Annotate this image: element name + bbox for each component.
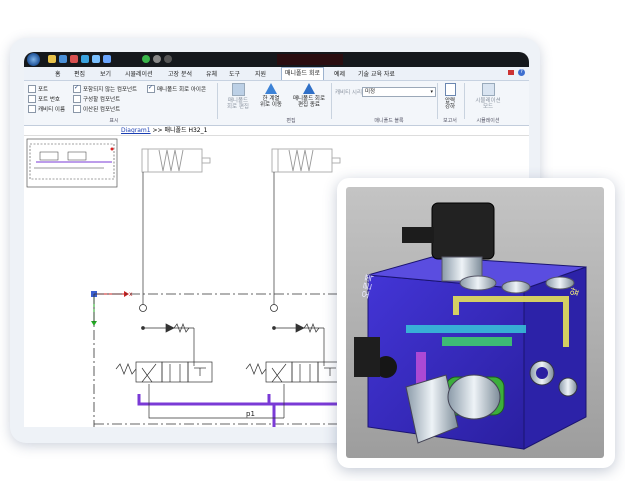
origin-axis-icon: x [91, 291, 133, 326]
tab-tools[interactable]: 도구 [229, 69, 240, 78]
pressure-drop-label-2: 강하 [444, 104, 456, 110]
checkbox-configurable[interactable] [73, 95, 81, 103]
ribbon: 포트 포트 번호 캐비티 이름 포함되지 않는 컴포넌트 구성할 컴포넌트 이산… [24, 81, 529, 126]
directional-valve-right[interactable] [245, 361, 343, 383]
report-icon [444, 83, 456, 96]
breadcrumb: Diagram1 >> 매니폴드 H32_1 [24, 126, 529, 136]
move-up-level-button[interactable]: 한 계열 위로 이동 [256, 83, 286, 108]
tab-simulation[interactable]: 시뮬레이션 [125, 69, 153, 78]
manifold-3d-model: 오른쪽 앞 [346, 187, 604, 458]
cylinder-left[interactable] [141, 148, 211, 173]
breadcrumb-current: 매니폴드 H32_1 [164, 127, 208, 134]
manifold-edit-icon [231, 83, 245, 96]
run-icon[interactable] [142, 55, 150, 63]
cylinder-right[interactable] [271, 148, 341, 173]
manifold-3d-render: 오른쪽 앞 [346, 187, 604, 458]
port-a1[interactable] [139, 304, 147, 312]
pause-icon[interactable] [164, 55, 172, 63]
tab-manifold[interactable]: 매니폴드 회로 [281, 67, 325, 80]
group-title-report: 보고서 [443, 118, 457, 124]
option-configurable-label: 구성할 컴포넌트 [83, 97, 121, 103]
checkbox-cavity-name[interactable] [28, 105, 36, 113]
print-icon[interactable] [81, 55, 89, 63]
pressure-drop-button[interactable]: 압력 강하 [439, 83, 461, 110]
ribbon-separator [217, 83, 218, 119]
window-title [277, 54, 343, 65]
option-cavity-name-label: 캐비티 이름 [38, 107, 66, 113]
help-icon[interactable]: ? [518, 69, 525, 76]
cavity-series-value: 미정 [365, 89, 376, 95]
tab-support[interactable]: 지원 [255, 69, 266, 78]
simulation-mode-button[interactable]: 시뮬레이션 모드 [468, 83, 508, 110]
directional-valve-left[interactable] [115, 361, 213, 383]
tab-fault-analysis[interactable]: 고장 분석 [168, 69, 192, 78]
option-port-number-label: 포트 번호 [38, 97, 60, 103]
tab-view[interactable]: 보기 [100, 69, 111, 78]
tab-fluid[interactable]: 유체 [206, 69, 217, 78]
breadcrumb-separator: >> [152, 127, 163, 134]
flag-icon[interactable] [508, 70, 514, 75]
breadcrumb-link-diagram[interactable]: Diagram1 [121, 127, 151, 134]
stop-icon[interactable] [153, 55, 161, 63]
checkbox-discrete[interactable] [73, 105, 81, 113]
checkbox-port[interactable] [28, 85, 36, 93]
checkbox-manifold-icon[interactable] [147, 84, 155, 93]
new-file-icon[interactable] [48, 55, 56, 63]
tab-home[interactable]: 홈 [55, 69, 61, 78]
exit-manifold-button[interactable]: 매니폴드 회로 편집 종료 [290, 83, 328, 108]
chevron-down-icon: ▾ [430, 89, 433, 95]
ribbon-separator [331, 83, 332, 119]
option-manifold-icon-label: 매니폴드 회로 아이콘 [157, 87, 207, 93]
menu-bar: 홈 편집 보기 시뮬레이션 고장 분석 유체 도구 지원 매니폴드 회로 예제 … [24, 67, 529, 81]
pressure-port-label: p1 [246, 410, 255, 418]
move-up-label-2: 위로 이동 [260, 102, 282, 108]
save-icon[interactable] [70, 55, 78, 63]
checkbox-unincluded[interactable] [73, 84, 81, 93]
check-valve-right[interactable] [272, 323, 325, 333]
tab-edit[interactable]: 편집 [74, 69, 85, 78]
group-title-simulation: 시뮬레이션 [476, 118, 500, 124]
checkbox-port-number[interactable] [28, 95, 36, 103]
redo-icon[interactable] [103, 55, 111, 63]
option-port-label: 포트 [38, 87, 49, 93]
simulation-icon [481, 83, 495, 96]
option-discrete-label: 이산된 컴포넌트 [83, 107, 121, 113]
return-line [148, 384, 285, 419]
ribbon-separator [437, 83, 438, 119]
open-icon[interactable] [59, 55, 67, 63]
group-title-display: 표시 [109, 118, 119, 124]
undo-icon[interactable] [92, 55, 100, 63]
check-valve-left[interactable] [141, 323, 195, 333]
app-logo-icon[interactable] [27, 53, 40, 66]
tab-training[interactable]: 기술 교육 자료 [358, 69, 395, 78]
edit-manifold-label-2: 회로 편집 [227, 104, 249, 110]
simulation-mode-label-2: 모드 [482, 104, 494, 110]
svg-text:x: x [129, 291, 133, 298]
overview-thumbnail[interactable] [26, 138, 118, 188]
title-bar [24, 52, 529, 67]
group-title-manifold-block: 매니폴드 블록 [374, 118, 404, 124]
option-unincluded-label: 포함되지 않는 컴포넌트 [83, 87, 138, 93]
port-a2[interactable] [270, 304, 278, 312]
group-title-edit: 편집 [286, 118, 296, 124]
double-arrow-up-icon [303, 83, 315, 94]
arrow-up-icon [265, 83, 277, 94]
tab-examples[interactable]: 예제 [334, 69, 345, 78]
ribbon-separator [464, 83, 465, 119]
edit-manifold-button[interactable]: 매니폴드 회로 편집 [223, 83, 253, 110]
cavity-series-select[interactable]: 미정 ▾ [362, 87, 436, 97]
exit-manifold-label-2: 편집 종료 [298, 102, 320, 108]
